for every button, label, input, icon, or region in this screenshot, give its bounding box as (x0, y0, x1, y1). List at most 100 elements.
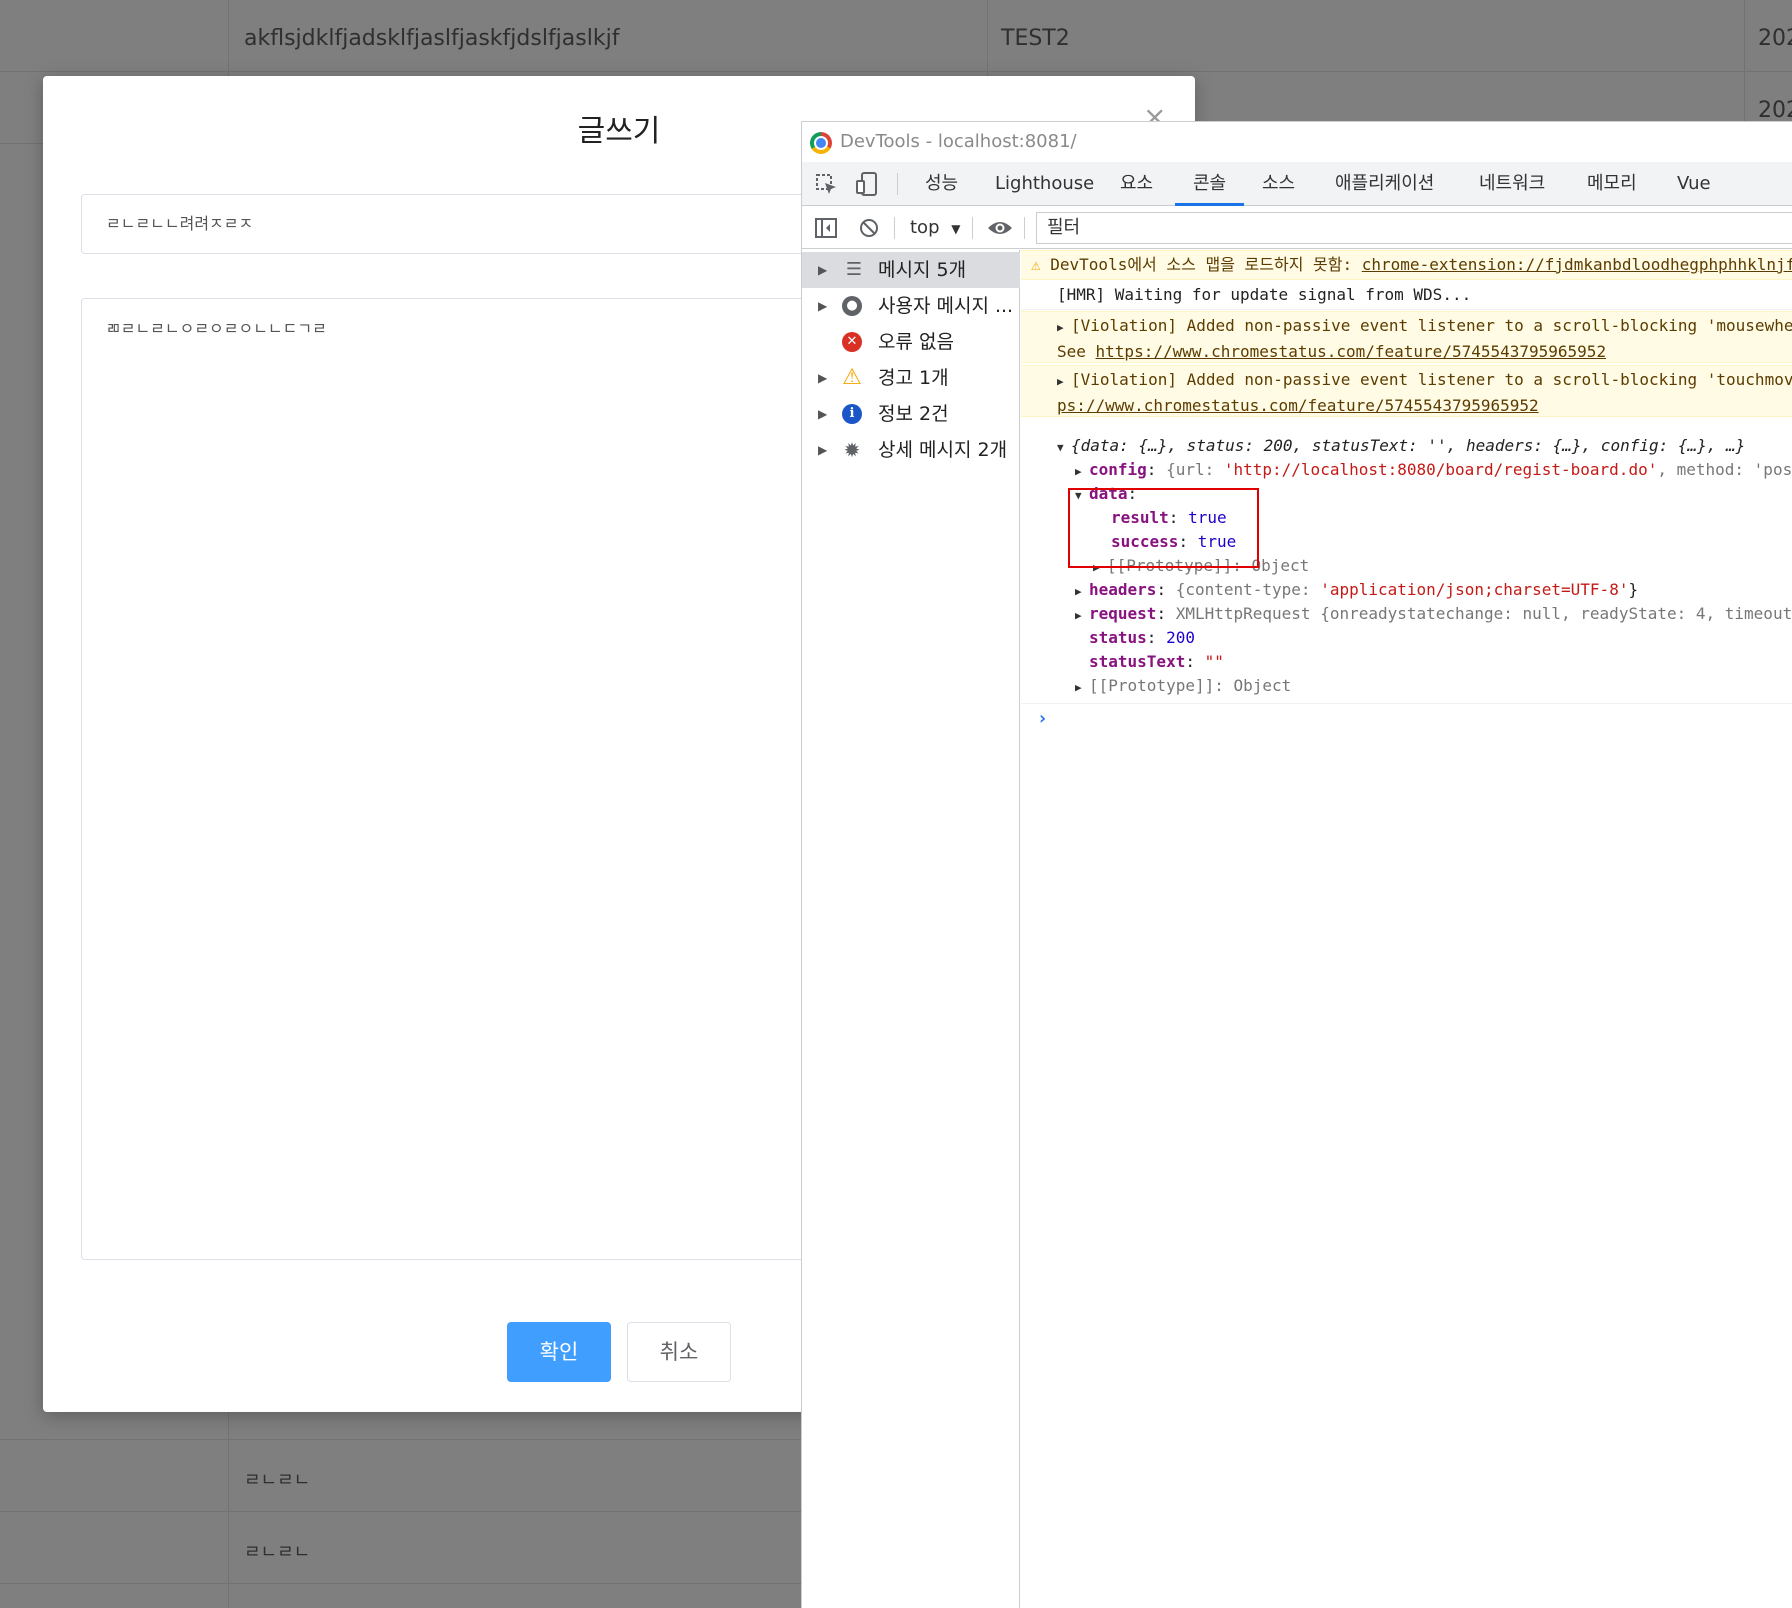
response-object-summary[interactable]: ▼ {data: {…}, status: 200, statusText: ''… (1021, 434, 1792, 460)
warning-icon: ⚠ (1031, 255, 1051, 274)
devtools-window-title: DevTools - localhost:8081/ (840, 131, 1077, 152)
divider (972, 217, 973, 239)
console-output: ⚠ DevTools에서 소스 맵을 로드하지 못함: chrome-exten… (1021, 250, 1792, 1608)
property-headers[interactable]: ▶ headers: {content-type: 'application/js… (1021, 578, 1792, 604)
sidebar-item-label: 메시지 5개 (878, 259, 967, 281)
property-key: config (1089, 460, 1147, 479)
context-label: top (910, 217, 940, 238)
row-date-cell: 202 (1758, 98, 1792, 123)
tab-sources[interactable]: 소스 (1262, 162, 1295, 206)
console-warning-line: ⚠ DevTools에서 소스 맵을 로드하지 못함: chrome-exten… (1021, 250, 1792, 280)
property-value: XMLHttpRequest {onreadystatechange: null… (1175, 604, 1792, 623)
property-value: 'http://localhost:8080/board/regist-boar… (1223, 460, 1658, 479)
property-statustext: statusText: "" (1089, 652, 1224, 671)
row-title-cell: ㄹㄴㄹㄴ (244, 1470, 311, 1491)
user-icon: ● (842, 296, 862, 316)
property-value: 'application/json;charset=UTF-8' (1320, 580, 1629, 599)
chrome-logo-icon (810, 132, 832, 154)
property-value: 200 (1166, 628, 1195, 647)
cancel-button[interactable]: 취소 (627, 1322, 731, 1382)
row-title-cell: ㄹㄴㄹㄴ (244, 1542, 311, 1563)
property-prototype[interactable]: ▶ [[Prototype]]: Object (1021, 674, 1792, 704)
property-value: } (1628, 580, 1639, 599)
context-select[interactable]: top ▼ (910, 207, 960, 250)
row-title-cell: akflsjdklfjadsklfjaslfjaskfjdslfjaslkjf (244, 26, 620, 51)
property-value: , method: 'post' (1657, 460, 1792, 479)
console-violation-line[interactable]: ▶ [Violation] Added non-passive event lis… (1021, 311, 1792, 363)
devtools-window: DevTools - localhost:8081/ 성능 Lighthouse… (801, 121, 1792, 1608)
sidebar-item-messages[interactable]: ▶ ☰ 메시지 5개 (802, 252, 1020, 288)
property-request[interactable]: ▶ request: XMLHttpRequest {onreadystatech… (1021, 602, 1792, 628)
sidebar-item-label: 사용자 메시지 ... (878, 295, 1014, 317)
info-icon: i (842, 404, 862, 424)
live-expression-eye-icon[interactable] (987, 219, 1013, 237)
sidebar-item-label: 경고 1개 (878, 367, 949, 389)
expand-arrow-icon: ▶ (1057, 321, 1064, 334)
tab-application[interactable]: 애플리케이션 (1335, 162, 1434, 206)
tab-lighthouse[interactable]: Lighthouse (995, 162, 1094, 206)
tab-console[interactable]: 콘솔 (1175, 162, 1245, 206)
sidebar-item-label: 상세 메시지 2개 (878, 439, 1008, 461)
expand-arrow-icon: ▶ (818, 299, 828, 313)
console-violation-line[interactable]: ▶ [Violation] Added non-passive event lis… (1021, 365, 1792, 417)
bug-icon: ✹ (843, 438, 861, 462)
clear-console-icon[interactable] (859, 218, 879, 238)
row-date-cell: 202 (1758, 26, 1792, 51)
inspect-element-icon[interactable] (816, 174, 838, 196)
tab-vue[interactable]: Vue (1677, 162, 1711, 206)
expand-arrow-icon: ▶ (1075, 681, 1082, 694)
console-text: [Violation] Added non-passive event list… (1071, 316, 1792, 335)
console-sidebar: ▶ ☰ 메시지 5개 ▶ ● 사용자 메시지 ... ✕ 오류 없음 ▶ ⚠ 경… (802, 250, 1020, 1608)
property-value: {content-type: (1175, 580, 1321, 599)
highlight-box (1068, 488, 1259, 568)
property-key: request (1089, 604, 1157, 623)
expand-arrow-icon: ▶ (1075, 609, 1082, 622)
object-preview: {data: {…}, status: 200, statusText: '',… (1071, 436, 1746, 455)
property-value: {url: (1166, 460, 1224, 479)
chromestatus-link[interactable]: https://www.chromestatus.com/feature/574… (1096, 342, 1607, 361)
confirm-button[interactable]: 확인 (507, 1322, 611, 1382)
console-text: See (1057, 342, 1096, 361)
property-value: "" (1204, 652, 1224, 671)
dropdown-arrow-icon: ▼ (951, 222, 961, 236)
row-writer-cell: TEST2 (1001, 26, 1070, 51)
violation-text: ▶ [Violation] Added non-passive event lis… (1057, 368, 1792, 394)
error-icon: ✕ (842, 332, 862, 352)
tab-memory[interactable]: 메모리 (1587, 162, 1637, 206)
console-prompt-icon[interactable]: › (1037, 708, 1048, 729)
sidebar-item-user-messages[interactable]: ▶ ● 사용자 메시지 ... (802, 288, 1020, 324)
sidebar-item-label: 오류 없음 (878, 331, 954, 353)
sidebar-item-verbose[interactable]: ▶ ✹ 상세 메시지 2개 (802, 432, 1020, 468)
console-log-line: [HMR] Waiting for update signal from WDS… (1021, 280, 1792, 310)
divider (897, 173, 898, 195)
property-status: status: 200 (1089, 628, 1195, 647)
device-toolbar-icon[interactable] (856, 172, 878, 196)
chromestatus-link[interactable]: ps://www.chromestatus.com/feature/574554… (1057, 394, 1792, 416)
sidebar-item-errors[interactable]: ✕ 오류 없음 (802, 324, 1020, 360)
console-text: DevTools에서 소스 맵을 로드하지 못함: (1050, 255, 1362, 274)
property-config[interactable]: ▶ config: {url: 'http://localhost:8080/bo… (1021, 458, 1792, 484)
expand-arrow-icon: ▶ (818, 443, 828, 457)
sidebar-item-info[interactable]: ▶ i 정보 2건 (802, 396, 1020, 432)
expand-arrow-icon: ▶ (1075, 465, 1082, 478)
filter-input[interactable]: 필터 (1036, 212, 1792, 244)
expand-arrow-icon: ▶ (818, 371, 828, 385)
property-key: status (1089, 628, 1147, 647)
tab-elements[interactable]: 요소 (1120, 162, 1153, 206)
devtools-titlebar: DevTools - localhost:8081/ (802, 122, 1792, 162)
violation-see: See https://www.chromestatus.com/feature… (1057, 340, 1792, 362)
violation-text: ▶ [Violation] Added non-passive event lis… (1057, 314, 1792, 340)
sidebar-item-warnings[interactable]: ▶ ⚠ 경고 1개 (802, 360, 1020, 396)
sidebar-item-label: 정보 2건 (878, 403, 949, 425)
tab-network[interactable]: 네트워크 (1479, 162, 1545, 206)
expand-arrow-icon: ▶ (818, 263, 828, 277)
source-map-link[interactable]: chrome-extension://fjdmkanbdloodhegphphh… (1362, 255, 1792, 274)
expand-arrow-icon: ▶ (1057, 375, 1064, 388)
expand-arrow-icon: ▶ (818, 407, 828, 421)
sidebar-toggle-icon[interactable] (815, 218, 837, 238)
console-text: [Violation] Added non-passive event list… (1071, 370, 1792, 389)
property-value: [[Prototype]]: Object (1089, 676, 1292, 695)
property-key: statusText (1089, 652, 1186, 671)
devtools-tabbar: 성능 Lighthouse 요소 콘솔 소스 애플리케이션 네트워크 메모리 V… (802, 162, 1792, 206)
tab-performance[interactable]: 성능 (925, 162, 958, 206)
